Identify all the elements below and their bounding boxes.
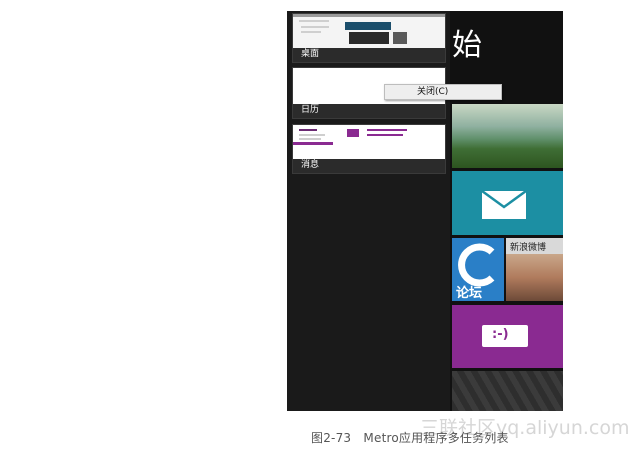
messaging-preview <box>293 125 445 159</box>
bottom-tile[interactable] <box>452 371 563 411</box>
smiley-glyph: :-) <box>492 327 509 342</box>
close-menu-item[interactable]: 关闭(C) <box>417 85 448 99</box>
figure-caption: 图2-73 Metro应用程序多任务列表 <box>311 431 509 445</box>
start-title: 始 <box>452 28 482 63</box>
forum-label: 论坛 <box>456 286 483 301</box>
mail-tile[interactable] <box>452 171 563 235</box>
start-screen: 始 论坛 新浪微博 :-) <box>450 11 563 411</box>
forum-tile[interactable]: 论坛 <box>452 238 504 301</box>
task-label-desktop: 桌面 <box>301 49 320 59</box>
task-desktop[interactable]: 桌面 <box>292 13 446 63</box>
task-messaging[interactable]: 消息 <box>292 124 446 174</box>
weibo-photo <box>506 254 563 301</box>
task-switcher: 桌面 日历 消息 <box>287 11 450 411</box>
task-label-calendar: 日历 <box>301 105 320 115</box>
context-menu: 关闭(C) <box>384 84 502 100</box>
weibo-label: 新浪微博 <box>510 243 547 253</box>
envelope-icon <box>481 189 527 219</box>
photos-tile[interactable] <box>452 104 563 168</box>
desktop-preview <box>293 14 445 48</box>
messaging-tile[interactable]: :-) <box>452 305 563 368</box>
metro-screen: 桌面 日历 消息 始 论坛 新浪微博:-) <box>287 11 563 411</box>
weibo-tile[interactable]: 新浪微博 <box>506 238 563 301</box>
task-label-messaging: 消息 <box>301 160 320 170</box>
